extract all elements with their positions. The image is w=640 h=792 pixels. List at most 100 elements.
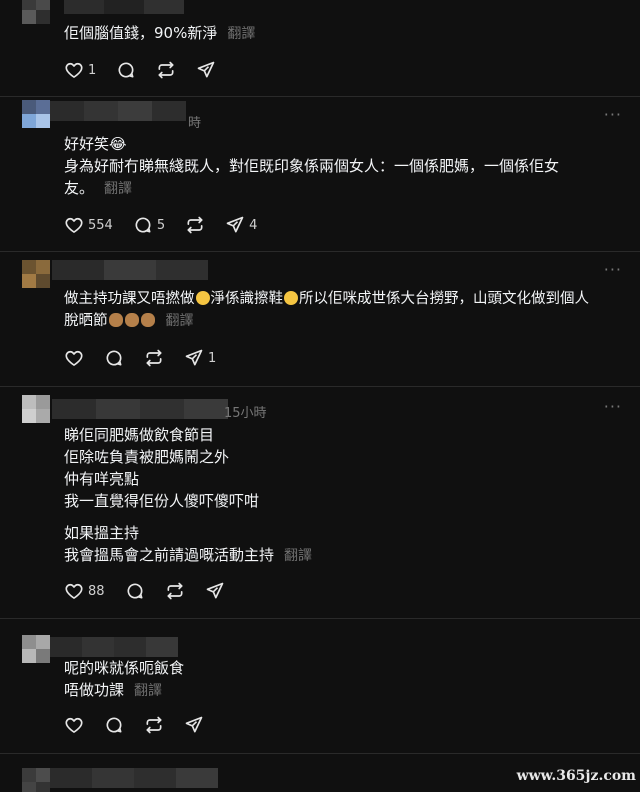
repost-icon	[167, 582, 183, 600]
repost-button[interactable]	[156, 60, 176, 80]
post-3: ··· 做主持功課又唔撚做 淨係識擦鞋 所以佢咪成世係大台撈野，山頭文化做到個人 脫…	[0, 252, 640, 386]
reply-button[interactable]	[116, 60, 136, 80]
translate-link[interactable]: 翻譯	[104, 181, 132, 197]
post-time: 時	[188, 116, 202, 131]
smirk-emoji-icon	[195, 291, 210, 305]
action-bar: 554 5 4	[64, 213, 277, 237]
comment-icon	[135, 217, 151, 233]
avatar[interactable]	[22, 395, 50, 423]
username-pixelated[interactable]	[50, 768, 218, 788]
post-text-line: 佢除咗負責被肥媽鬧之外	[64, 448, 230, 466]
share-button[interactable]	[184, 715, 204, 735]
post-4: 15小時 ··· 睇佢同肥媽做飲食節目 佢除咗負責被肥媽鬧之外 仲有咩亮點 我一…	[0, 387, 640, 618]
share-count: 4	[249, 217, 258, 233]
send-icon	[185, 349, 203, 366]
reply-button[interactable]	[125, 581, 145, 601]
username-pixelated[interactable]	[50, 637, 178, 657]
like-button[interactable]: 1	[64, 60, 96, 80]
comment-icon	[106, 350, 122, 366]
more-options-icon[interactable]: ···	[604, 397, 622, 416]
like-count: 554	[88, 217, 113, 233]
heart-icon	[65, 350, 83, 366]
post-text-line: 呢的咪就係呃飯食	[64, 659, 185, 677]
send-icon	[197, 61, 215, 78]
username-pixelated[interactable]	[52, 399, 228, 419]
more-options-icon[interactable]: ···	[604, 105, 622, 124]
post-2: 時 ··· 好好笑😂 身為好耐冇睇無綫既人，對佢既印象係兩個女人：一個係肥媽，一…	[0, 97, 640, 251]
watermark: www.365jz.com	[516, 768, 636, 784]
avatar[interactable]	[22, 0, 50, 24]
post-body: 好好笑😂 身為好耐冇睇無綫既人，對佢既印象係兩個女人：一個係肥媽，一個係佢女 友…	[64, 133, 624, 200]
heart-icon	[65, 217, 83, 233]
see-no-evil-monkey-icon	[140, 313, 155, 327]
reply-button[interactable]	[104, 348, 124, 368]
username-pixelated[interactable]	[64, 0, 184, 14]
translate-link[interactable]: 翻譯	[134, 683, 162, 699]
reply-count: 5	[156, 217, 166, 233]
post-body: 做主持功課又唔撚做 淨係識擦鞋 所以佢咪成世係大台撈野，山頭文化做到個人 脫晒節 翻譯	[64, 288, 624, 332]
post-text-line: 仲有咩亮點	[64, 470, 140, 488]
repost-icon	[187, 216, 203, 234]
like-count: 1	[88, 62, 97, 78]
repost-button[interactable]	[185, 215, 205, 235]
smirk-emoji-icon	[284, 291, 298, 305]
share-button[interactable]	[205, 581, 225, 601]
translate-link[interactable]: 翻譯	[284, 548, 312, 564]
see-no-evil-monkey-icon	[108, 313, 123, 327]
like-button[interactable]	[64, 348, 84, 368]
post-text-line: 佢個腦值錢，90%新淨	[64, 24, 218, 42]
action-bar: 1	[64, 346, 236, 370]
post-text-line: 身為好耐冇睇無綫既人，對佢既印象係兩個女人：一個係肥媽，一個係佢女	[64, 157, 560, 175]
share-button[interactable]: 4	[225, 215, 257, 235]
share-count: 1	[208, 350, 217, 366]
send-icon	[226, 216, 244, 233]
username-pixelated[interactable]	[50, 101, 186, 121]
like-button[interactable]: 88	[64, 581, 105, 601]
post-text-line: 好好笑😂	[64, 135, 127, 153]
like-button[interactable]: 554	[64, 215, 113, 235]
like-button[interactable]	[64, 715, 84, 735]
repost-icon	[158, 61, 174, 79]
post-text-line: 我會搵馬會之前請過嘅活動主持	[64, 546, 275, 564]
post-5: 呢的咪就係呃飯食 唔做功課 翻譯	[0, 619, 640, 753]
post-time: 15小時	[224, 406, 267, 421]
avatar[interactable]	[22, 635, 50, 663]
action-bar	[64, 713, 224, 737]
more-options-icon[interactable]: ···	[604, 260, 622, 279]
share-button[interactable]: 1	[184, 348, 216, 368]
comment-icon	[106, 717, 122, 733]
translate-link[interactable]: 翻譯	[166, 313, 194, 329]
post-text-segment: 所以佢咪成世係大台撈野，山頭文化做到個人	[299, 291, 589, 307]
translate-link[interactable]: 翻譯	[227, 26, 255, 42]
reply-button[interactable]	[104, 715, 124, 735]
repost-button[interactable]	[165, 581, 185, 601]
see-no-evil-monkey-icon	[124, 313, 139, 327]
post-text-line: 如果搵主持	[64, 524, 140, 542]
repost-button[interactable]	[144, 715, 164, 735]
avatar[interactable]	[22, 768, 50, 792]
heart-icon	[65, 62, 83, 78]
avatar[interactable]	[22, 100, 50, 128]
repost-button[interactable]	[144, 348, 164, 368]
action-bar: 1	[64, 58, 236, 82]
comment-icon	[118, 62, 134, 78]
post-text-line: 我一直覺得佢份人傻吓傻吓咁	[64, 492, 260, 510]
post-text-line: 友。	[64, 179, 95, 197]
heart-icon	[65, 583, 83, 599]
action-bar: 88	[64, 579, 245, 603]
post-text-segment: 做主持功課又唔撚做	[64, 291, 195, 307]
post-text-line: 唔做功課	[64, 681, 125, 699]
reply-button[interactable]: 5	[133, 215, 165, 235]
like-count: 88	[88, 583, 105, 599]
post-1: 佢個腦值錢，90%新淨 翻譯 1	[0, 0, 640, 96]
avatar[interactable]	[22, 260, 50, 288]
share-button[interactable]	[196, 60, 216, 80]
send-icon	[206, 582, 223, 599]
post-text-segment: 淨係識擦鞋	[210, 291, 284, 307]
post-body: 呢的咪就係呃飯食 唔做功課 翻譯	[64, 657, 624, 702]
threads-feed: 佢個腦值錢，90%新淨 翻譯 1 時 ··· 好好笑😂 身為好耐冇睇無綫既人，對…	[0, 0, 640, 792]
comment-icon	[127, 583, 143, 599]
repost-icon	[146, 349, 162, 367]
username-pixelated[interactable]	[52, 260, 208, 280]
